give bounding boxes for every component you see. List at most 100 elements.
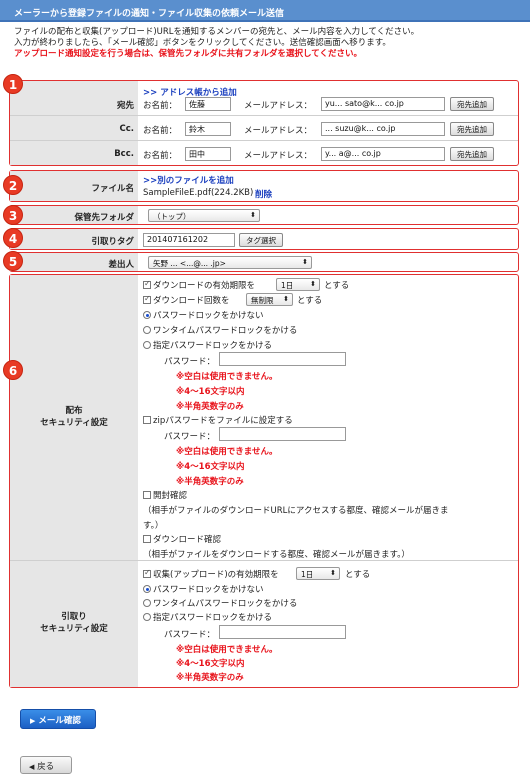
dl-count-prefix: ダウンロード回数を xyxy=(153,296,230,306)
dl-expiry-prefix: ダウンロードの有効期限を xyxy=(153,281,256,291)
dist-security-label-line2: セキュリティ設定 xyxy=(40,418,108,428)
to-name-input[interactable]: 佐藤 xyxy=(185,97,231,111)
dist-rule-1: ※空白は使用できません。 xyxy=(176,372,278,382)
cc-add-button[interactable]: 宛先追加 xyxy=(450,122,494,136)
dl-count-checkbox[interactable] xyxy=(143,294,151,304)
dist-onetime-option[interactable]: ワンタイムパスワードロックをかける xyxy=(143,324,297,336)
dl-expiry-checkbox[interactable] xyxy=(143,279,151,289)
divider xyxy=(10,115,518,116)
dist-specified-option[interactable]: 指定パスワードロックをかける xyxy=(143,339,272,351)
tag-select-button[interactable]: タグ選択 xyxy=(239,233,283,247)
dist-onetime-radio[interactable] xyxy=(143,326,151,334)
folder-select-value: （トップ） xyxy=(153,212,191,221)
dist-onetime-label: ワンタイムパスワードロックをかける xyxy=(153,326,298,336)
to-email-label: メールアドレス： xyxy=(244,101,313,111)
dist-specified-radio[interactable] xyxy=(143,341,151,349)
sender-label: 差出人 xyxy=(108,260,134,270)
collect-onetime-option[interactable]: ワンタイムパスワードロックをかける xyxy=(143,597,297,609)
upload-expiry-suffix: とする xyxy=(345,570,371,580)
collect-password-input[interactable] xyxy=(219,625,346,639)
collect-specified-radio[interactable] xyxy=(143,613,151,621)
dl-confirm-option[interactable]: ダウンロード確認 xyxy=(143,533,221,545)
recipients-section: >> アドレス帳から追加 宛先 お名前： 佐藤 メールアドレス： yu... s… xyxy=(9,80,519,166)
collect-nolock-option[interactable]: パスワードロックをかけない xyxy=(143,583,264,595)
to-label: 宛先 xyxy=(116,101,134,111)
upload-expiry-checkbox[interactable] xyxy=(143,568,151,578)
open-confirm-checkbox[interactable] xyxy=(143,491,151,499)
file-name: SampleFileE.pdf(224.2KB) xyxy=(143,188,254,198)
zip-password-label-field: パスワード： xyxy=(164,432,216,442)
dist-nolock-option[interactable]: パスワードロックをかけない xyxy=(143,309,264,321)
collect-rule-3: ※半角英数字のみ xyxy=(176,673,244,683)
dl-count-select[interactable]: 無制限 ⬍ xyxy=(246,293,293,306)
sender-select-value: 矢野 ... <...@... .jp> xyxy=(153,259,226,268)
dl-count-select-value: 無制限 xyxy=(251,296,274,305)
upload-expiry-prefix: 収集(アップロード)の有効期限を xyxy=(153,570,279,580)
folder-label: 保管先フォルダ xyxy=(74,213,134,223)
collect-nolock-radio[interactable] xyxy=(143,585,151,593)
upload-expiry-row: 収集(アップロード)の有効期限を xyxy=(143,568,279,580)
dl-count-row: ダウンロード回数を xyxy=(143,294,230,306)
bcc-name-label: お名前： xyxy=(143,151,178,161)
sender-select[interactable]: 矢野 ... <...@... .jp> ⬍ xyxy=(148,256,312,269)
dist-nolock-radio[interactable] xyxy=(143,311,151,319)
file-label: ファイル名 xyxy=(91,184,134,194)
collect-nolock-label: パスワードロックをかけない xyxy=(153,585,264,595)
cc-label: Cc. xyxy=(119,124,134,134)
open-confirm-option[interactable]: 開封確認 xyxy=(143,489,187,501)
intro-line-2: 入力が終わりましたら、「メール確認」ボタンをクリックしてください。送信確認画面へ… xyxy=(14,38,391,48)
folder-section: 保管先フォルダ （トップ） ⬍ xyxy=(9,205,519,225)
delete-file-link[interactable]: 削除 xyxy=(255,188,272,200)
dl-confirm-label: ダウンロード確認 xyxy=(153,535,222,545)
chevron-updown-icon: ⬍ xyxy=(302,258,308,266)
collect-onetime-label: ワンタイムパスワードロックをかける xyxy=(153,599,298,609)
zip-rule-1: ※空白は使用できません。 xyxy=(176,447,278,457)
dist-nolock-label: パスワードロックをかけない xyxy=(153,311,264,321)
to-add-button[interactable]: 宛先追加 xyxy=(450,97,494,111)
dist-password-label: パスワード： xyxy=(164,357,216,367)
step-badge-6: 6 xyxy=(3,360,23,380)
chevron-updown-icon: ⬍ xyxy=(310,280,316,288)
add-file-link[interactable]: >>別のファイルを追加 xyxy=(143,174,234,186)
sender-section: 差出人 矢野 ... <...@... .jp> ⬍ xyxy=(9,252,519,272)
cc-name-input[interactable]: 鈴木 xyxy=(185,122,231,136)
bcc-email-label: メールアドレス： xyxy=(244,151,313,161)
bcc-add-button[interactable]: 宛先追加 xyxy=(450,147,494,161)
zip-password-input[interactable] xyxy=(219,427,346,441)
zip-password-checkbox[interactable] xyxy=(143,416,151,424)
collect-security-label-line2: セキュリティ設定 xyxy=(40,624,108,634)
dist-security-label-line1: 配布 xyxy=(65,406,83,416)
tag-section: 引取りタグ 201407161202 タグ選択 xyxy=(9,228,519,250)
step-badge-4: 4 xyxy=(3,228,23,248)
collect-security-label-line1: 引取り xyxy=(61,612,87,622)
dl-expiry-select[interactable]: 1日 ⬍ xyxy=(276,278,320,291)
zip-password-option[interactable]: zipパスワードをファイルに設定する xyxy=(143,414,293,426)
collect-specified-label: 指定パスワードロックをかける xyxy=(153,613,273,623)
dl-expiry-select-value: 1日 xyxy=(281,281,294,290)
bcc-name-input[interactable]: 田中 xyxy=(185,147,231,161)
tag-label: 引取りタグ xyxy=(91,237,134,247)
play-icon: ▶ xyxy=(30,717,36,725)
bcc-email-input[interactable]: y... a@... co.jp xyxy=(321,147,445,161)
back-button[interactable]: ◀ 戻る xyxy=(20,756,72,774)
cc-email-label: メールアドレス： xyxy=(244,126,313,136)
to-email-input[interactable]: yu... sato@k... co.jp xyxy=(321,97,445,111)
dl-expiry-suffix: とする xyxy=(324,281,350,291)
step-badge-5: 5 xyxy=(3,251,23,271)
tag-input[interactable]: 201407161202 xyxy=(143,233,235,247)
collect-onetime-radio[interactable] xyxy=(143,599,151,607)
dist-rule-3: ※半角英数字のみ xyxy=(176,402,244,412)
intro-text: ファイルの配布と収集(アップロード)URLを通知するメンバーの宛先と、メール内容… xyxy=(14,27,519,60)
dl-confirm-checkbox[interactable] xyxy=(143,535,151,543)
dist-password-input[interactable] xyxy=(219,352,346,366)
collect-rule-2: ※4〜16文字以内 xyxy=(176,659,245,669)
collect-password-label: パスワード： xyxy=(164,630,216,640)
upload-expiry-select[interactable]: 1日 ⬍ xyxy=(296,567,340,580)
mail-confirm-button[interactable]: ▶ メール確認 xyxy=(20,709,96,729)
folder-select[interactable]: （トップ） ⬍ xyxy=(148,209,260,222)
divider xyxy=(10,140,518,141)
cc-email-input[interactable]: ... suzu@k... co.jp xyxy=(321,122,445,136)
collect-specified-option[interactable]: 指定パスワードロックをかける xyxy=(143,611,272,623)
dl-expiry-row: ダウンロードの有効期限を xyxy=(143,279,255,291)
zip-password-label: zipパスワードをファイルに設定する xyxy=(153,416,293,426)
